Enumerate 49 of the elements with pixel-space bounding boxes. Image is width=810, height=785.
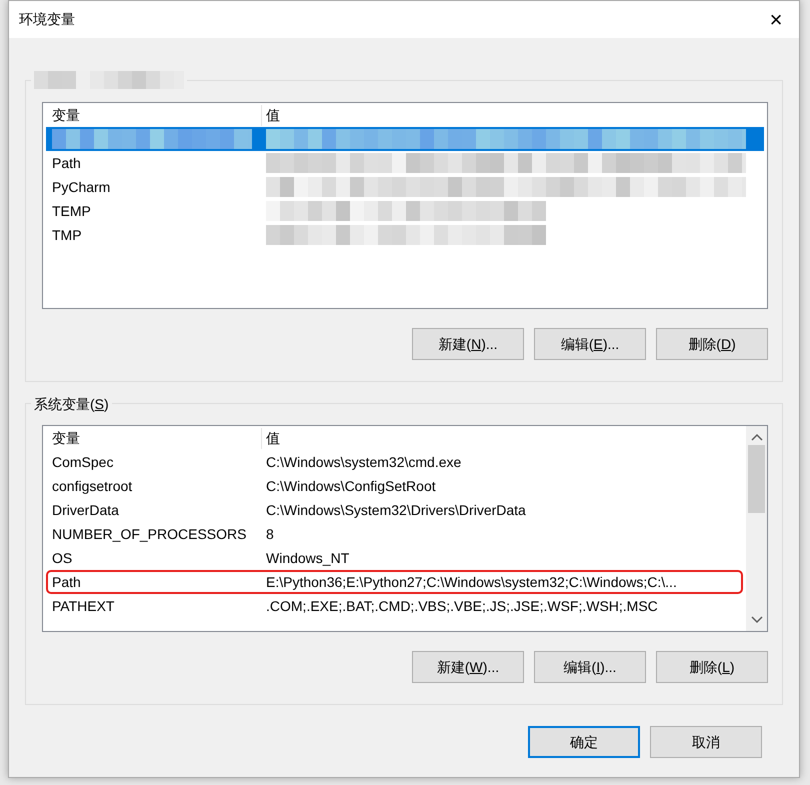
list-row[interactable]: PyCharm bbox=[46, 175, 764, 199]
close-button[interactable]: × bbox=[753, 1, 799, 38]
dialog-button[interactable]: 删除(D) bbox=[656, 328, 768, 360]
group-label: 系统变量(S) bbox=[31, 395, 112, 413]
scroll-up-icon[interactable] bbox=[750, 432, 762, 442]
column-header[interactable]: 值 bbox=[262, 428, 741, 448]
variable-value: Windows_NT bbox=[265, 548, 350, 568]
variable-name: TMP bbox=[51, 226, 83, 244]
variable-name: OS bbox=[51, 548, 74, 568]
variable-name: TEMP bbox=[51, 202, 92, 220]
column-header[interactable]: 变量 bbox=[48, 104, 262, 126]
scroll-thumb[interactable] bbox=[748, 445, 765, 513]
column-header[interactable]: 变量 bbox=[48, 428, 262, 448]
variable-name: Path bbox=[51, 154, 82, 172]
dialog-button[interactable]: 编辑(I)... bbox=[534, 651, 646, 683]
list-row[interactable]: Path bbox=[46, 151, 764, 175]
list-row[interactable]: OS Windows_NT bbox=[46, 546, 743, 570]
cancel-button[interactable]: 取消 bbox=[650, 726, 762, 758]
variable-value: C:\Windows\ConfigSetRoot bbox=[265, 476, 437, 496]
variable-name: ComSpec bbox=[51, 452, 114, 472]
variable-name: configsetroot bbox=[51, 476, 134, 496]
list-row[interactable]: ComSpec C:\Windows\system32\cmd.exe bbox=[46, 450, 743, 474]
dialog-button[interactable]: 新建(N)... bbox=[412, 328, 524, 360]
variable-value: C:\Windows\System32\Drivers\DriverData bbox=[265, 500, 527, 520]
dialog-button[interactable]: 删除(L) bbox=[656, 651, 768, 683]
variable-value: C:\Windows\system32\cmd.exe bbox=[265, 452, 462, 472]
variable-name: DriverData bbox=[51, 500, 120, 520]
list-row[interactable]: PATHEXT .COM;.EXE;.BAT;.CMD;.VBS;.VBE;.JS;.JSE;.WSF;.WSH;.MSC bbox=[46, 594, 743, 618]
ok-button[interactable]: 确定 bbox=[528, 726, 640, 758]
variable-value: 8 bbox=[265, 524, 275, 544]
variable-value: E:\Python36;E:\Python27;C:\Windows\system32;C:\Windows;C:\... bbox=[265, 572, 678, 592]
variable-name: Path bbox=[51, 572, 82, 592]
variable-value: .COM;.EXE;.BAT;.CMD;.VBS;.VBE;.JS;.JSE;.WSF;.WSH;.MSC bbox=[265, 596, 659, 616]
list-row[interactable]: DriverData C:\Windows\System32\Drivers\DriverData bbox=[46, 498, 743, 522]
dialog-button[interactable]: 编辑(E)... bbox=[534, 328, 646, 360]
scrollbar[interactable] bbox=[746, 426, 767, 631]
list-row[interactable] bbox=[46, 127, 764, 151]
list-row[interactable]: TMP bbox=[46, 223, 764, 247]
variable-name: PATHEXT bbox=[51, 596, 116, 616]
list-row[interactable]: NUMBER_OF_PROCESSORS 8 bbox=[46, 522, 743, 546]
list-row[interactable]: TEMP bbox=[46, 199, 764, 223]
window-title: 环境变量 bbox=[19, 10, 75, 29]
variable-name: PyCharm bbox=[51, 178, 112, 197]
column-header[interactable]: 值 bbox=[262, 104, 762, 126]
dialog-button[interactable]: 新建(W)... bbox=[412, 651, 524, 683]
variable-name: NUMBER_OF_PROCESSORS bbox=[51, 524, 248, 544]
list-row[interactable]: configsetroot C:\Windows\ConfigSetRoot bbox=[46, 474, 743, 498]
scroll-down-icon[interactable] bbox=[750, 615, 762, 625]
highlighted-row[interactable]: Path E:\Python36;E:\Python27;C:\Windows\system32;C:\Windows;C:\... bbox=[46, 570, 743, 594]
